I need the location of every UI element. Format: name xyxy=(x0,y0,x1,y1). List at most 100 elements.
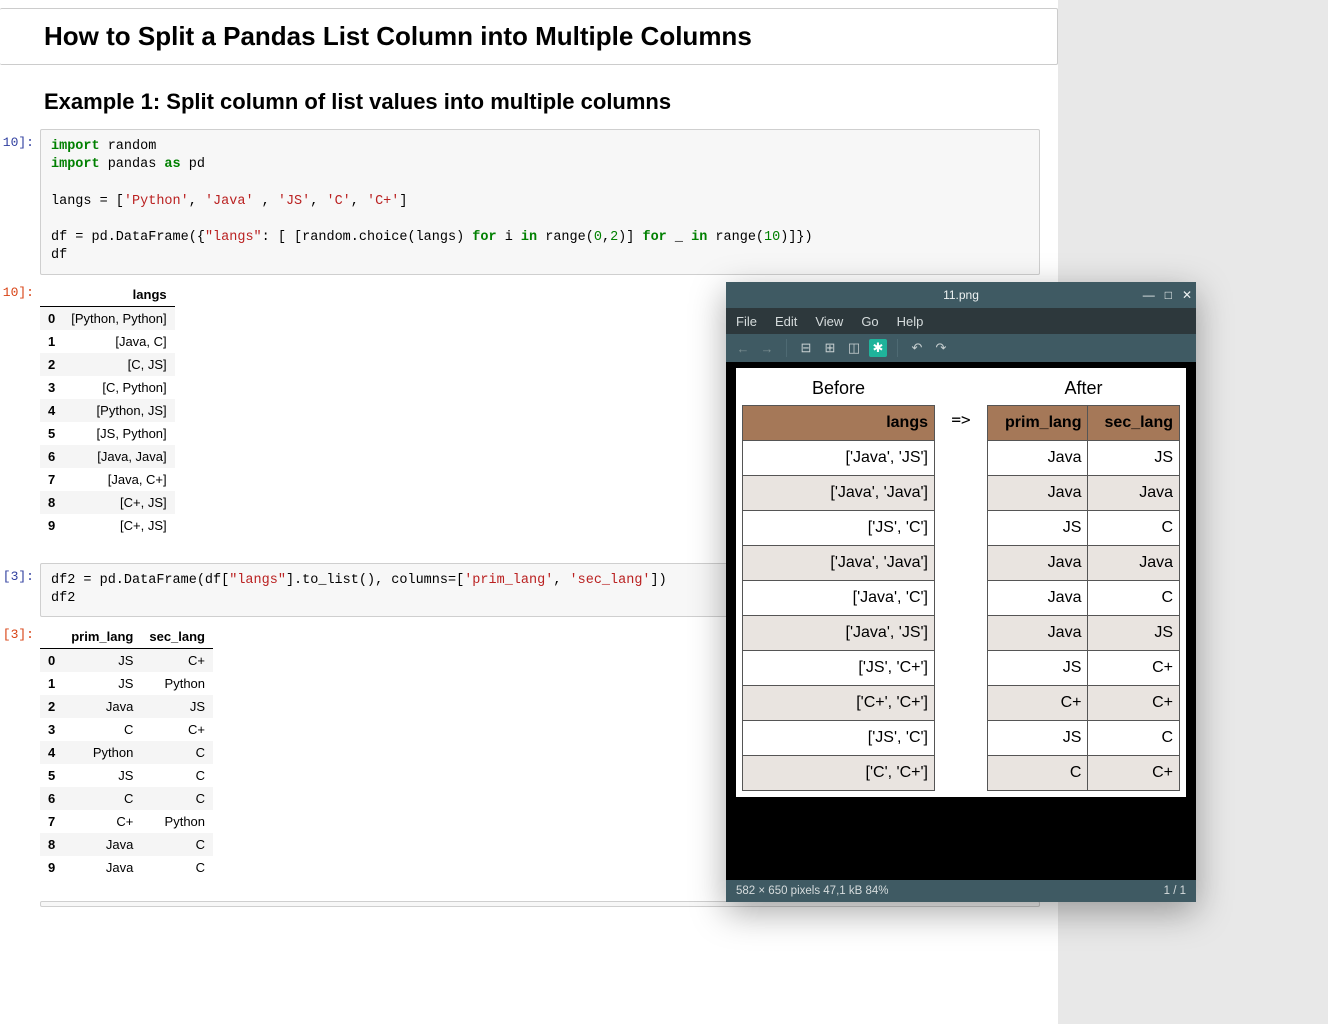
table-row: C+C+ xyxy=(988,686,1180,721)
cell-value: ['JS', 'C'] xyxy=(743,511,935,546)
table-row: JSC+ xyxy=(988,651,1180,686)
cell-value: Python xyxy=(141,672,213,695)
toolbar-view-icons: ⊟ ⊞ ◫ ✱ xyxy=(797,339,887,357)
table-row: ['Java', 'Java'] xyxy=(743,476,935,511)
row-index: 2 xyxy=(40,695,63,718)
table-row: ['JS', 'C'] xyxy=(743,721,935,756)
cell-value: ['Java', 'Java'] xyxy=(743,476,935,511)
status-right: 1 / 1 xyxy=(1164,885,1186,897)
cell-value: ['JS', 'C'] xyxy=(743,721,935,756)
table-row: 6[Java, Java] xyxy=(40,445,175,468)
cell-value: C xyxy=(1088,581,1180,616)
cell-value: JS xyxy=(1088,616,1180,651)
row-index: 1 xyxy=(40,330,63,353)
cell-value: C xyxy=(1088,511,1180,546)
table-row: JavaJava xyxy=(988,546,1180,581)
view-mode-icon-1[interactable]: ⊞ xyxy=(821,339,839,357)
input-prompt-1: 10]: xyxy=(0,129,40,150)
view-mode-icon-0[interactable]: ⊟ xyxy=(797,339,815,357)
code-editor-1[interactable]: import random import pandas as pd langs … xyxy=(40,129,1040,275)
menu-help[interactable]: Help xyxy=(897,314,924,329)
status-left: 582 × 650 pixels 47,1 kB 84% xyxy=(736,885,888,897)
close-icon[interactable]: ✕ xyxy=(1182,288,1192,302)
table-row: 4PythonC xyxy=(40,741,213,764)
output-prompt-1: 10]: xyxy=(0,279,40,300)
cell-value: C+ xyxy=(1088,756,1180,791)
cell-value: C xyxy=(141,741,213,764)
cell-value: Java xyxy=(988,546,1088,581)
code-cell-1[interactable]: 10]: import random import pandas as pd l… xyxy=(0,127,1058,277)
cell-value: Java xyxy=(63,695,141,718)
cell-value: JS xyxy=(63,672,141,695)
image-content: Before langs['Java', 'JS']['Java', 'Java… xyxy=(736,368,1186,797)
nav-back-icon[interactable]: ← xyxy=(734,339,752,357)
row-index: 4 xyxy=(40,741,63,764)
row-index: 0 xyxy=(40,306,63,330)
cell-value: C xyxy=(141,787,213,810)
cell-value: [Java, Java] xyxy=(63,445,174,468)
menu-edit[interactable]: Edit xyxy=(775,314,797,329)
rotate-right-icon[interactable]: ↷ xyxy=(932,339,950,357)
column-header: prim_lang xyxy=(988,406,1088,441)
cell-value: C+ xyxy=(1088,686,1180,721)
before-table: langs['Java', 'JS']['Java', 'Java']['JS'… xyxy=(742,405,935,791)
menu-go[interactable]: Go xyxy=(861,314,878,329)
menu-file[interactable]: File xyxy=(736,314,757,329)
row-index: 6 xyxy=(40,787,63,810)
column-header: langs xyxy=(743,406,935,441)
cell-value: Java xyxy=(988,441,1088,476)
cell-value: Java xyxy=(988,476,1088,511)
cell-value: [Java, C] xyxy=(63,330,174,353)
cell-value: Java xyxy=(988,616,1088,651)
cell-value: C xyxy=(988,756,1088,791)
before-label: Before xyxy=(742,374,935,405)
cell-value: C+ xyxy=(1088,651,1180,686)
table-row: 6CC xyxy=(40,787,213,810)
cell-value: [Python, Python] xyxy=(63,306,174,330)
table-row: 8[C+, JS] xyxy=(40,491,175,514)
table-row: 9JavaC xyxy=(40,856,213,879)
table-row: 7[Java, C+] xyxy=(40,468,175,491)
image-canvas[interactable]: Before langs['Java', 'JS']['Java', 'Java… xyxy=(726,362,1196,880)
menu-view[interactable]: View xyxy=(815,314,843,329)
column-header: prim_lang xyxy=(63,625,141,649)
toolbar-separator xyxy=(897,339,898,357)
view-mode-icon-3[interactable]: ✱ xyxy=(869,339,887,357)
table-row: ['C', 'C+'] xyxy=(743,756,935,791)
window-title: 11.png xyxy=(943,288,979,302)
minimize-icon[interactable]: — xyxy=(1143,288,1155,302)
rotate-left-icon[interactable]: ↶ xyxy=(908,339,926,357)
table-row: 5JSC xyxy=(40,764,213,787)
arrow-icon: => xyxy=(943,374,979,429)
cell-value: JS xyxy=(1088,441,1180,476)
table-row: 3[C, Python] xyxy=(40,376,175,399)
output-prompt-2: [3]: xyxy=(0,621,40,642)
maximize-icon[interactable]: □ xyxy=(1165,288,1172,302)
cell-value: C xyxy=(63,718,141,741)
cell-value: ['Java', 'Java'] xyxy=(743,546,935,581)
input-prompt-3 xyxy=(0,901,40,907)
cell-value: ['C', 'C+'] xyxy=(743,756,935,791)
dataframe-table-2: prim_langsec_lang0JSC+1JSPython2JavaJS3C… xyxy=(40,625,213,879)
table-row: JSC xyxy=(988,721,1180,756)
cell-value: Java xyxy=(63,856,141,879)
row-index: 5 xyxy=(40,422,63,445)
nav-forward-icon[interactable]: → xyxy=(758,339,776,357)
table-row: JSC xyxy=(988,511,1180,546)
table-row: ['Java', 'Java'] xyxy=(743,546,935,581)
row-index: 5 xyxy=(40,764,63,787)
cell-value: JS xyxy=(63,648,141,672)
row-index: 7 xyxy=(40,810,63,833)
view-mode-icon-2[interactable]: ◫ xyxy=(845,339,863,357)
cell-value: ['Java', 'C'] xyxy=(743,581,935,616)
image-viewer-window[interactable]: 11.png — □ ✕ File Edit View Go Help ← → ⊟ ⊞ ◫ ✱… xyxy=(726,282,1196,902)
dataframe-table-1: langs0[Python, Python]1[Java, C]2[C, JS]… xyxy=(40,283,175,537)
cell-value: [Java, C+] xyxy=(63,468,174,491)
row-index: 9 xyxy=(40,514,63,537)
table-row: 0JSC+ xyxy=(40,648,213,672)
column-header: langs xyxy=(63,283,174,307)
cell-value: JS xyxy=(988,721,1088,756)
table-row: ['Java', 'JS'] xyxy=(743,441,935,476)
window-titlebar[interactable]: 11.png — □ ✕ xyxy=(726,282,1196,308)
row-index: 3 xyxy=(40,376,63,399)
